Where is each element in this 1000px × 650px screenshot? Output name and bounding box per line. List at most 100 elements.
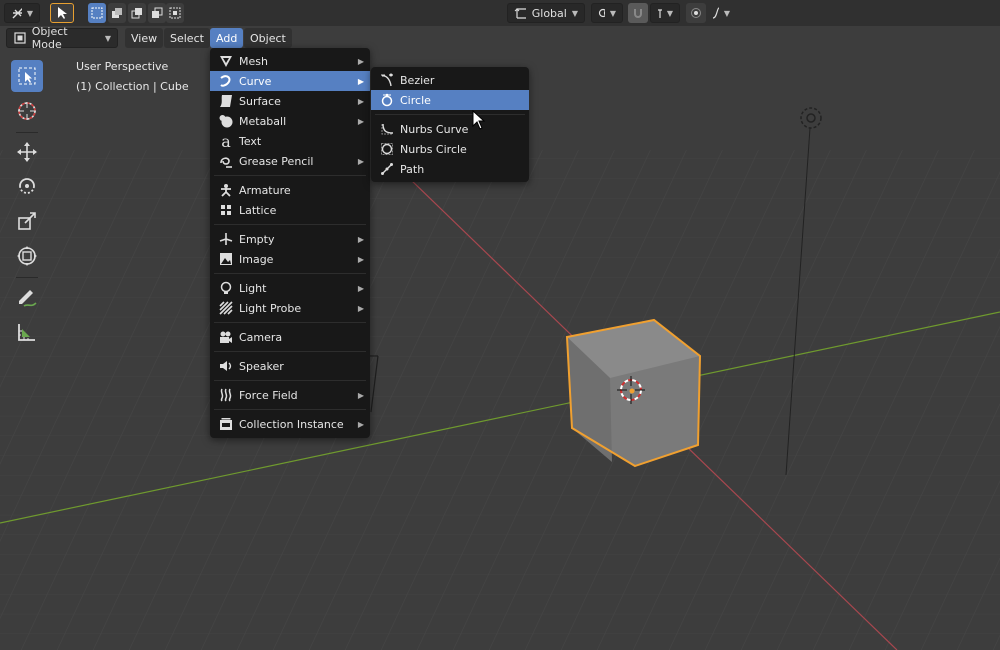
- proportional-edit-icon: [691, 8, 701, 18]
- chevron-down-icon: ▼: [26, 8, 33, 18]
- menu-separator: [214, 175, 366, 176]
- add-menu-item-label: Mesh: [239, 54, 268, 68]
- mode-invert-button[interactable]: [148, 3, 166, 23]
- add-menu-item-light[interactable]: Light ▶: [210, 278, 370, 298]
- viewport-header: ▼ Global ▼ ▼ ▼ ▼: [0, 0, 1000, 26]
- add-menu-item-grease-pencil[interactable]: Grease Pencil ▶: [210, 151, 370, 171]
- add-menu-item-label: Grease Pencil: [239, 154, 314, 168]
- curve-submenu-item-path[interactable]: Path: [371, 159, 529, 179]
- menu-separator: [214, 351, 366, 352]
- empty-icon: [218, 231, 234, 247]
- perspective-label: User Perspective: [76, 60, 169, 73]
- object-mode-dropdown[interactable]: Object Mode ▼: [6, 25, 118, 51]
- tool-select-box[interactable]: [11, 60, 43, 92]
- move-icon: [17, 142, 37, 162]
- mode-subtract-button[interactable]: [128, 3, 146, 23]
- add-menu-item-metaball[interactable]: Metaball ▶: [210, 111, 370, 131]
- mode-intersect-button[interactable]: [166, 3, 184, 23]
- add-menu-item-curve[interactable]: Curve ▶: [210, 71, 370, 91]
- orientation-label: Global: [531, 6, 567, 20]
- add-menu-item-mesh[interactable]: Mesh ▶: [210, 51, 370, 71]
- menu-separator: [214, 322, 366, 323]
- add-menu-item-label: Metaball: [239, 114, 287, 128]
- tool-transform[interactable]: [11, 240, 43, 272]
- tool-scale[interactable]: [11, 205, 43, 237]
- mode-menu-bar: Object Mode ▼ View Select Add Object: [0, 25, 1000, 51]
- add-menu-item-label: Force Field: [239, 388, 298, 402]
- curve-submenu-item-label: Circle: [400, 93, 431, 107]
- snap-toggle[interactable]: [628, 3, 648, 23]
- surface-icon: [218, 93, 234, 109]
- add-menu-item-label: Image: [239, 252, 274, 266]
- add-menu-item-text[interactable]: a Text: [210, 131, 370, 151]
- submenu-arrow-icon: ▶: [357, 254, 364, 264]
- add-menu-item-armature[interactable]: Armature: [210, 180, 370, 200]
- add-menu-item-surface[interactable]: Surface ▶: [210, 91, 370, 111]
- menu-add[interactable]: Add: [210, 28, 244, 48]
- proportional-edit-toggle[interactable]: [686, 3, 706, 23]
- mode-new-button[interactable]: [88, 3, 106, 23]
- armature-icon: [218, 182, 234, 198]
- add-menu-item-label: Camera: [239, 330, 283, 344]
- mouse-pointer-icon: [472, 110, 486, 130]
- rotate-icon: [19, 178, 35, 194]
- add-menu-item-force-field[interactable]: Force Field ▶: [210, 385, 370, 405]
- tool-measure[interactable]: [11, 316, 43, 348]
- editor-type-icon: [12, 8, 22, 19]
- snap-target-dropdown[interactable]: ▼: [650, 3, 680, 23]
- curve-submenu-item-nurbs-circle[interactable]: Nurbs Circle: [371, 139, 529, 159]
- add-menu-item-image[interactable]: Image ▶: [210, 249, 370, 269]
- editor-type-dropdown[interactable]: ▼: [4, 3, 40, 23]
- toolbar-separator: [16, 277, 38, 278]
- nurbs-circle-icon: [379, 141, 395, 157]
- mode-extend-button[interactable]: [108, 3, 126, 23]
- pivot-point-dropdown[interactable]: ▼: [591, 3, 623, 23]
- bezier-icon: [379, 72, 395, 88]
- add-menu-item-label: Collection Instance: [239, 417, 344, 431]
- light-icon: [218, 280, 234, 296]
- falloff-dropdown[interactable]: ▼: [706, 3, 736, 23]
- circle-curve-icon: [379, 92, 395, 108]
- submenu-arrow-icon: ▶: [357, 303, 364, 313]
- menu-object[interactable]: Object: [244, 28, 292, 48]
- menu-separator: [375, 114, 525, 115]
- submenu-arrow-icon: ▶: [357, 76, 364, 86]
- add-menu-item-speaker[interactable]: Speaker: [210, 356, 370, 376]
- add-menu-item-camera[interactable]: Camera: [210, 327, 370, 347]
- cursor-icon: [18, 102, 36, 120]
- add-menu-item-light-probe[interactable]: Light Probe ▶: [210, 298, 370, 318]
- speaker-icon: [218, 358, 234, 374]
- chevron-down-icon: ▼: [723, 8, 730, 18]
- snap-increment-icon: [658, 9, 662, 18]
- text-icon: a: [221, 131, 231, 151]
- select-intersect-icon: [169, 7, 181, 19]
- transform-icon: [17, 246, 37, 266]
- menu-separator: [214, 409, 366, 410]
- tweak-tool-button[interactable]: [50, 3, 74, 23]
- chevron-down-icon: ▼: [104, 33, 111, 43]
- tool-cursor[interactable]: [11, 95, 43, 127]
- annotate-icon: [19, 290, 37, 307]
- menu-select[interactable]: Select: [164, 28, 210, 48]
- curve-submenu-item-nurbs-curve[interactable]: Nurbs Curve: [371, 119, 529, 139]
- select-extend-icon: [112, 8, 122, 18]
- curve-icon: [218, 73, 234, 89]
- lattice-icon: [218, 202, 234, 218]
- orientation-icon: [514, 8, 526, 19]
- tool-rotate[interactable]: [11, 170, 43, 202]
- collection-instance-icon: [218, 416, 234, 432]
- chevron-down-icon: ▼: [609, 8, 616, 18]
- add-menu-item-label: Armature: [239, 183, 291, 197]
- add-menu-item-collection-instance[interactable]: Collection Instance ▶: [210, 414, 370, 434]
- force-field-icon: [218, 387, 234, 403]
- add-menu-item-empty[interactable]: Empty ▶: [210, 229, 370, 249]
- curve-submenu-item-circle[interactable]: Circle: [371, 90, 529, 110]
- curve-submenu-item-label: Path: [400, 162, 425, 176]
- menu-view[interactable]: View: [125, 28, 164, 48]
- add-menu-item-lattice[interactable]: Lattice: [210, 200, 370, 220]
- tool-move[interactable]: [11, 136, 43, 168]
- add-menu: Mesh ▶ Curve ▶ Surface ▶ Metaball ▶ a Te…: [210, 48, 370, 438]
- curve-submenu-item-bezier[interactable]: Bezier: [371, 70, 529, 90]
- tool-annotate[interactable]: [11, 281, 43, 313]
- transform-orientation-dropdown[interactable]: Global ▼: [507, 3, 585, 23]
